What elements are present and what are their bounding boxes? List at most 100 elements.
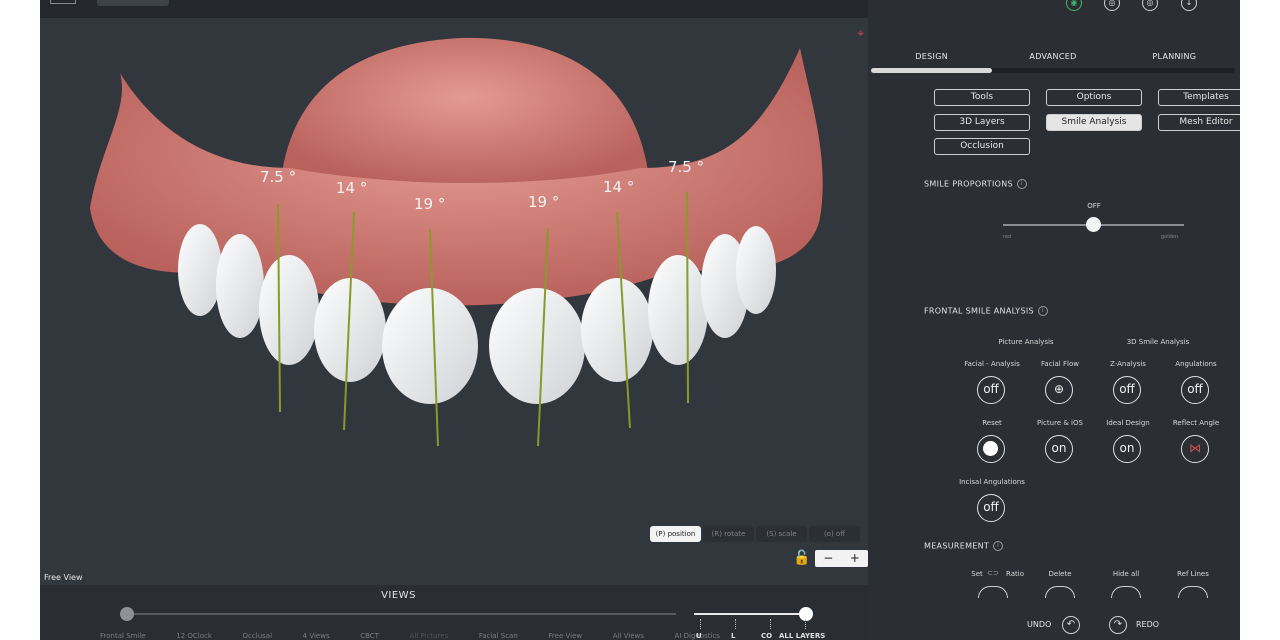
measurement-header: MEASUREMENT i <box>924 541 1004 551</box>
mesh-editor-button[interactable]: Mesh Editor <box>1158 114 1240 131</box>
view-item[interactable]: 4 Views <box>303 632 330 640</box>
info-icon[interactable]: i <box>993 541 1004 551</box>
redo-icon[interactable]: ↷ <box>1109 616 1127 634</box>
undo-icon[interactable]: ↶ <box>1062 616 1080 634</box>
tab-design[interactable]: DESIGN <box>871 52 992 61</box>
tab-indicator <box>871 68 992 73</box>
mode-scale-button[interactable]: (S) scale <box>756 526 807 542</box>
palate <box>280 37 650 189</box>
layer-slider-track[interactable] <box>694 613 806 615</box>
facial-analysis-toggle[interactable]: off <box>977 376 1005 404</box>
options-button[interactable]: Options <box>1046 89 1142 106</box>
view-item[interactable]: Facial Scan <box>479 632 518 640</box>
views-bar: VIEWS Frontal Smile 12 OClock Occlusal 4… <box>40 585 868 640</box>
frontal-analysis-header: FRONTAL SMILE ANALYSIS i <box>924 306 1048 316</box>
measure-delete-button[interactable] <box>1045 586 1075 598</box>
layer-co[interactable]: CO <box>761 632 779 640</box>
zoom-out-button[interactable]: − <box>815 550 842 567</box>
control-label: Incisal Angulations <box>959 478 1025 486</box>
redo-label[interactable]: REDO <box>1136 620 1159 629</box>
view-item[interactable]: All Views <box>613 632 644 640</box>
mode-off-button[interactable]: (o) off <box>809 526 860 542</box>
control-label: Angulations <box>1175 360 1217 368</box>
tooth-icon[interactable]: ◉ <box>1066 0 1082 11</box>
picture-analysis-label: Picture Analysis <box>998 338 1054 346</box>
3d-smile-analysis-label: 3D Smile Analysis <box>1126 338 1190 346</box>
view-item[interactable]: All Pictures <box>410 632 449 640</box>
tab-advanced[interactable]: ADVANCED <box>992 52 1113 61</box>
delete-label: Delete <box>1048 570 1072 578</box>
ref-lines-label: Ref Lines <box>1177 570 1209 578</box>
view-item[interactable]: Occlusal <box>243 632 272 640</box>
slider-max-label: golden <box>1161 234 1179 240</box>
smile-proportions-header: SMILE PROPORTIONS i <box>924 179 1027 189</box>
views-list: Frontal Smile 12 OClock Occlusal 4 Views… <box>100 632 720 640</box>
views-slider-knob[interactable] <box>120 607 134 621</box>
views-slider-track[interactable] <box>126 613 676 615</box>
angle-label: 7.5 ° <box>668 158 704 176</box>
top-toolbar <box>40 0 868 18</box>
picture-ios-toggle[interactable]: on <box>1045 435 1073 463</box>
smile-proportions-knob[interactable] <box>1086 217 1101 232</box>
info-icon[interactable]: i <box>1037 306 1048 316</box>
crosshair-icon[interactable]: ⌖ <box>857 26 864 41</box>
3d-layers-button[interactable]: 3D Layers <box>934 114 1030 131</box>
download-icon[interactable]: ↓ <box>1181 0 1197 11</box>
angle-label: 19 ° <box>528 193 559 211</box>
layer-labels: U L CO ALL LAYERS <box>696 632 825 640</box>
layer-all[interactable]: ALL LAYERS <box>779 632 825 640</box>
view-item[interactable]: Free View <box>548 632 582 640</box>
hide-all-label: Hide all <box>1112 570 1140 578</box>
measure-set-button[interactable] <box>978 586 1008 598</box>
tools-button[interactable]: Tools <box>934 89 1030 106</box>
menu-button[interactable] <box>50 0 76 4</box>
incisal-angulations-toggle[interactable]: off <box>977 494 1005 522</box>
view-item[interactable]: CBCT <box>360 632 379 640</box>
top-pill-button[interactable] <box>97 0 169 6</box>
views-title: VIEWS <box>381 590 416 601</box>
panel-tabs: DESIGN ADVANCED PLANNING <box>871 52 1235 61</box>
reflect-angle-icon[interactable]: ⋈ <box>1181 435 1209 463</box>
measurement-title: MEASUREMENT <box>924 541 990 551</box>
measure-reflines-button[interactable] <box>1178 586 1208 598</box>
ideal-design-toggle[interactable]: on <box>1113 435 1141 463</box>
target-icon[interactable]: ◎ <box>1142 0 1158 11</box>
view-item[interactable]: Frontal Smile <box>100 632 146 640</box>
undo-label[interactable]: UNDO <box>1027 620 1051 629</box>
angle-label: 14 ° <box>603 178 634 196</box>
info-icon[interactable]: i <box>1016 179 1027 189</box>
reset-button[interactable] <box>977 435 1005 463</box>
layer-lower[interactable]: L <box>731 632 761 640</box>
ratio-label: Ratio <box>1006 570 1024 578</box>
view-mode-label: Free View <box>44 573 83 582</box>
transform-mode-bar: (P) position (R) rotate (S) scale (o) of… <box>650 526 860 542</box>
app-frame: 7.5 ° 14 ° 19 ° 19 ° 14 ° 7.5 ° ⌖ Free V… <box>40 0 1240 640</box>
angulations-toggle[interactable]: off <box>1181 376 1209 404</box>
smile-proportions-title: SMILE PROPORTIONS <box>924 179 1013 189</box>
set-label: Set <box>971 570 983 578</box>
panel-toolbar: ◉ ◎ ◎ ↓ <box>868 0 1240 18</box>
control-label: Reflect Angle <box>1172 419 1220 427</box>
layer-slider-knob[interactable] <box>799 607 813 621</box>
angle-label: 19 ° <box>414 195 445 213</box>
viewport-3d[interactable]: 7.5 ° 14 ° 19 ° 19 ° 14 ° 7.5 ° ⌖ Free V… <box>40 18 868 585</box>
smile-analysis-button[interactable]: Smile Analysis <box>1046 114 1142 131</box>
lock-icon[interactable]: 🔓 <box>793 550 810 566</box>
frontal-analysis-title: FRONTAL SMILE ANALYSIS <box>924 306 1034 316</box>
z-analysis-toggle[interactable]: off <box>1113 376 1141 404</box>
zoom-in-button[interactable]: + <box>842 550 869 567</box>
facial-flow-icon[interactable]: ⊕ <box>1045 376 1073 404</box>
mode-position-button[interactable]: (P) position <box>650 526 701 542</box>
templates-button[interactable]: Templates <box>1158 89 1240 106</box>
angle-label: 7.5 ° <box>260 168 296 186</box>
layer-upper[interactable]: U <box>696 632 731 640</box>
mode-rotate-button[interactable]: (R) rotate <box>703 526 754 542</box>
zoom-control: − + <box>815 550 868 567</box>
view-icon[interactable]: ◎ <box>1104 0 1120 11</box>
dental-model[interactable]: 7.5 ° 14 ° 19 ° 19 ° 14 ° 7.5 ° <box>40 18 868 585</box>
occlusion-button[interactable]: Occlusion <box>934 138 1030 155</box>
tab-planning[interactable]: PLANNING <box>1114 52 1235 61</box>
link-icon[interactable]: ⊂⊃ <box>985 569 1001 577</box>
view-item[interactable]: 12 OClock <box>176 632 212 640</box>
measure-hide-button[interactable] <box>1111 586 1141 598</box>
